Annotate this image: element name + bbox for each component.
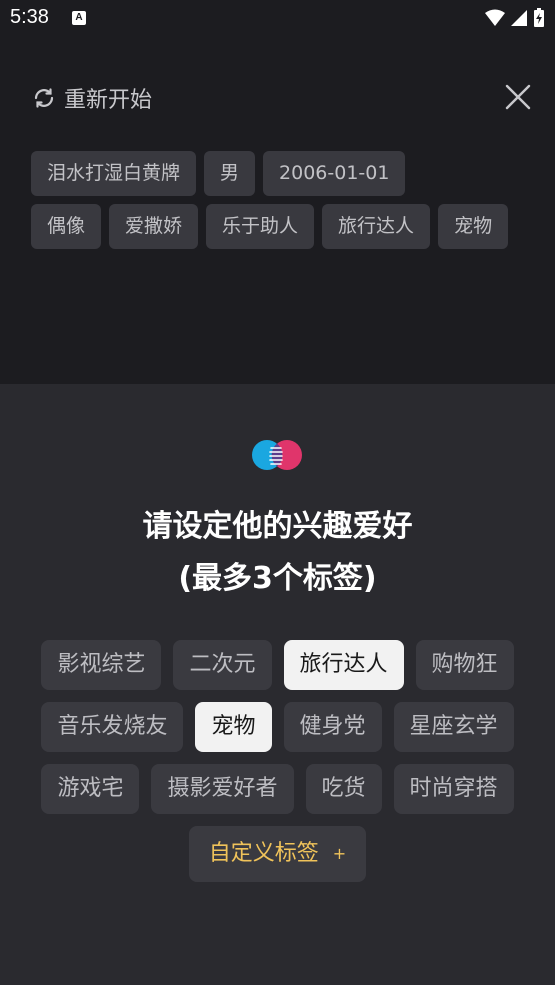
interest-tag[interactable]: 影视综艺 xyxy=(41,640,162,690)
interest-row-3: 游戏宅 摄影爱好者 吃货 时尚穿搭 xyxy=(0,764,555,814)
interest-tag[interactable]: 吃货 xyxy=(305,764,382,814)
profile-section: 重新开始 泪水打湿白黄牌 男 2006-01-01 偶像 爱撒娇 乐于助人 旅行… xyxy=(0,36,555,384)
sheet-title: 请设定他的兴趣爱好 (最多3个标签) xyxy=(0,501,555,605)
status-bar: 5:38 A xyxy=(0,0,555,36)
interest-tag[interactable]: 二次元 xyxy=(173,640,272,690)
profile-tag-row-2: 偶像 爱撒娇 乐于助人 旅行达人 宠物 xyxy=(31,204,531,249)
profile-tag: 偶像 xyxy=(31,204,102,249)
wifi-icon xyxy=(485,9,505,26)
plus-icon: + xyxy=(332,844,347,863)
interest-tags: 影视综艺 二次元 旅行达人 购物狂 音乐发烧友 宠物 健身党 星座玄学 游戏宅 … xyxy=(0,640,555,894)
interest-tag-selected[interactable]: 宠物 xyxy=(195,702,272,752)
restart-label: 重新开始 xyxy=(64,88,153,113)
profile-tag-gender: 男 xyxy=(204,151,256,196)
interest-sheet: 请设定他的兴趣爱好 (最多3个标签) 影视综艺 二次元 旅行达人 购物狂 音乐发… xyxy=(0,384,555,985)
restart-button[interactable]: 重新开始 xyxy=(32,82,152,114)
sheet-title-line1: 请设定他的兴趣爱好 xyxy=(142,509,413,544)
status-icons xyxy=(485,8,545,28)
interest-row-1: 影视综艺 二次元 旅行达人 购物狂 xyxy=(0,640,555,690)
status-time: 5:38 xyxy=(10,6,49,28)
profile-tag-birthday: 2006-01-01 xyxy=(263,151,406,196)
interest-tag[interactable]: 摄影爱好者 xyxy=(151,764,294,814)
profile-tag: 旅行达人 xyxy=(322,204,431,249)
app-logo-icon xyxy=(252,440,302,470)
interest-tag[interactable]: 游戏宅 xyxy=(41,764,140,814)
interest-tag-selected[interactable]: 旅行达人 xyxy=(283,640,404,690)
profile-tag: 爱撒娇 xyxy=(109,204,199,249)
signal-icon xyxy=(511,10,527,26)
profile-tags: 泪水打湿白黄牌 男 2006-01-01 偶像 爱撒娇 乐于助人 旅行达人 宠物 xyxy=(31,151,531,257)
refresh-icon xyxy=(34,88,54,108)
battery-icon xyxy=(534,8,544,27)
interest-tag[interactable]: 星座玄学 xyxy=(393,702,514,752)
interest-tag[interactable]: 音乐发烧友 xyxy=(41,702,184,752)
interest-tag[interactable]: 购物狂 xyxy=(415,640,514,690)
profile-tag: 宠物 xyxy=(438,204,509,249)
close-icon[interactable] xyxy=(503,82,533,112)
sheet-title-line2: (最多3个标签) xyxy=(178,561,377,596)
profile-tag-row-1: 泪水打湿白黄牌 男 2006-01-01 xyxy=(31,151,531,196)
custom-tag-button[interactable]: 自定义标签 + xyxy=(188,826,367,882)
profile-tag: 乐于助人 xyxy=(206,204,315,249)
interest-row-2: 音乐发烧友 宠物 健身党 星座玄学 xyxy=(0,702,555,752)
profile-tag-name: 泪水打湿白黄牌 xyxy=(31,151,197,196)
custom-tag-row: 自定义标签 + xyxy=(0,826,555,882)
custom-tag-label: 自定义标签 xyxy=(208,841,319,866)
interest-tag[interactable]: 健身党 xyxy=(283,702,382,752)
notification-icon: A xyxy=(72,11,86,25)
interest-tag[interactable]: 时尚穿搭 xyxy=(393,764,514,814)
